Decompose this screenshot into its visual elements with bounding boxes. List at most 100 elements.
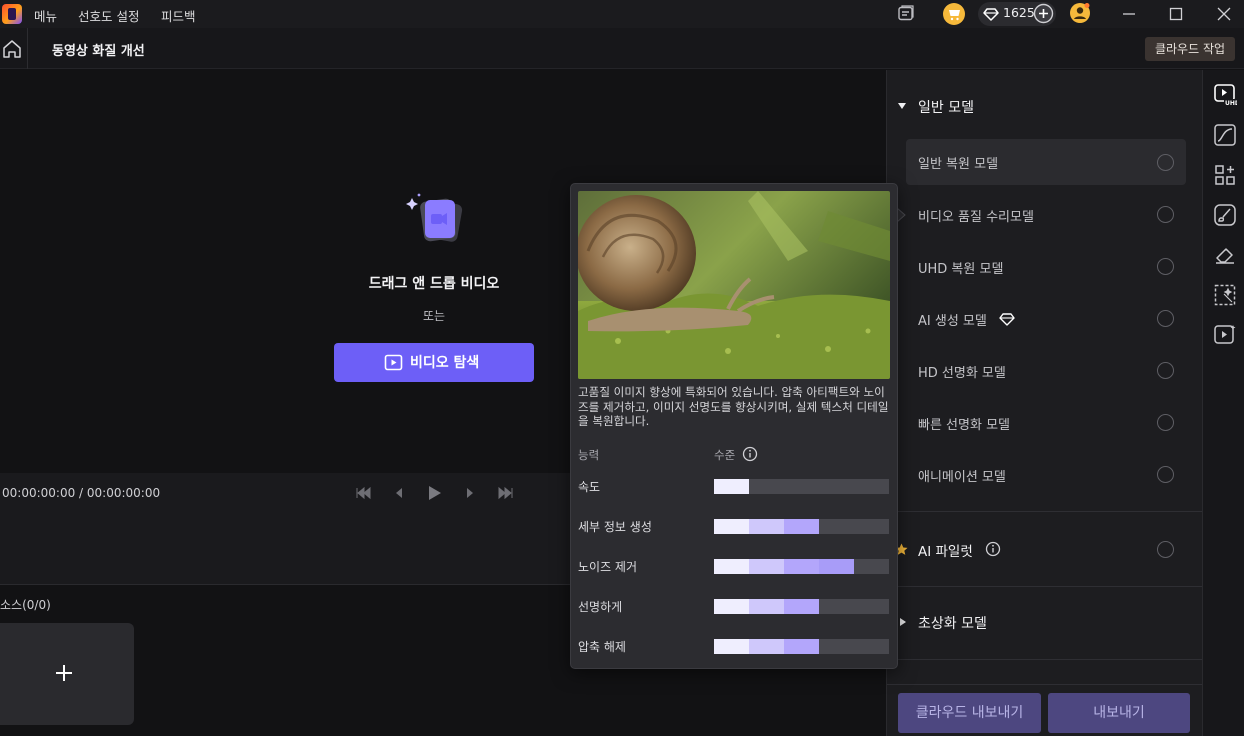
info-icon[interactable] — [742, 446, 758, 462]
sample-image — [578, 191, 890, 379]
radio-ai-generate[interactable] — [1157, 310, 1174, 327]
page-title: 동영상 화질 개선 — [52, 44, 145, 59]
capability-label: 선명하게 — [578, 600, 623, 614]
plus-icon — [56, 665, 72, 681]
level-segment — [714, 599, 749, 614]
capability-label: 세부 정보 생성 — [578, 520, 652, 534]
capability-level-bar — [714, 479, 889, 494]
minimize-icon[interactable] — [1119, 4, 1139, 24]
super-res-section-title[interactable]: 초상화 모델 — [918, 613, 987, 633]
popup-pointer — [897, 208, 906, 222]
divider — [887, 659, 1202, 660]
level-segment — [784, 599, 819, 614]
play-square-icon — [384, 354, 403, 371]
cart-glyph-icon — [949, 10, 960, 21]
radio-ai-pilot[interactable] — [1157, 541, 1174, 558]
general-section-title[interactable]: 일반 모델 — [918, 97, 974, 117]
curve-tool-icon[interactable] — [1213, 123, 1237, 147]
caret-right-icon[interactable] — [898, 617, 908, 627]
model-label: 애니메이션 모델 — [918, 470, 1006, 485]
cloud-task-button[interactable]: 클라우드 작업 — [1145, 37, 1235, 61]
level-segment — [854, 599, 889, 614]
radio-fast-sharpen[interactable] — [1157, 414, 1174, 431]
model-label: UHD 복원 모델 — [918, 262, 1004, 277]
home-icon — [3, 40, 21, 58]
ai-pilot-label[interactable]: AI 파일럿 — [918, 540, 973, 560]
model-description: 고품질 이미지 향상에 특화되어 있습니다. 압축 아티팩트와 노이즈를 제거하… — [578, 385, 889, 428]
preferences-menu[interactable]: 선호도 설정 — [78, 6, 139, 25]
avatar-icon[interactable] — [1069, 2, 1091, 24]
level-segment — [819, 559, 854, 574]
radio-video-repair[interactable] — [1157, 206, 1174, 223]
export-cloud-button[interactable]: 클라우드 내보내기 — [898, 693, 1041, 733]
brush-tool-icon[interactable] — [1213, 203, 1237, 227]
export-button[interactable]: 내보내기 — [1048, 693, 1190, 733]
model-label: AI 생성 모델 — [918, 314, 987, 329]
level-segment — [819, 519, 854, 534]
page-header — [0, 28, 1244, 69]
cart-icon[interactable] — [943, 3, 965, 25]
next-frame-icon[interactable] — [461, 484, 479, 502]
level-segment — [819, 599, 854, 614]
level-segment — [749, 639, 784, 654]
eraser-tool-icon[interactable] — [1213, 243, 1237, 267]
credit-count: 1625 — [1003, 5, 1035, 20]
play-icon[interactable] — [425, 484, 443, 502]
divider — [887, 511, 1202, 512]
media-source-label: 소스(0/0) — [0, 598, 51, 612]
level-segment — [854, 559, 889, 574]
capability-label: 압축 해제 — [578, 640, 626, 654]
level-segment — [784, 519, 819, 534]
level-segment — [854, 479, 889, 494]
level-segment — [714, 479, 749, 494]
svg-text:UHD: UHD — [1225, 100, 1237, 106]
video-enhance-tool-icon[interactable] — [1213, 323, 1237, 347]
plus-circle-icon[interactable] — [1033, 3, 1054, 24]
feedback-icon[interactable] — [896, 4, 916, 24]
home-button[interactable] — [0, 28, 28, 69]
level-segment — [819, 479, 854, 494]
radio-animation[interactable] — [1157, 466, 1174, 483]
close-icon[interactable] — [1214, 4, 1234, 24]
skip-forward-icon[interactable] — [497, 484, 515, 502]
maximize-icon[interactable] — [1166, 4, 1186, 24]
level-segment — [784, 479, 819, 494]
model-label: HD 선명화 모델 — [918, 366, 1006, 381]
diamond-icon — [999, 313, 1015, 326]
browse-video-label: 비디오 탐색 — [410, 355, 480, 371]
capability-header: 능력 — [578, 448, 600, 462]
timecode: 00:00:00:00 / 00:00:00:00 — [2, 486, 161, 500]
level-segment — [784, 639, 819, 654]
upload-video-icon — [406, 193, 463, 242]
prev-frame-icon[interactable] — [390, 484, 408, 502]
capability-label: 속도 — [578, 480, 601, 494]
caret-down-icon[interactable] — [897, 101, 907, 111]
capability-level-bar — [714, 639, 889, 654]
level-segment — [749, 599, 784, 614]
level-segment — [714, 639, 749, 654]
level-segment — [749, 479, 784, 494]
magic-select-tool-icon[interactable] — [1213, 283, 1237, 307]
app-logo — [2, 4, 22, 24]
or-text: 또는 — [422, 309, 446, 323]
uhd-tool-icon[interactable]: UHD — [1213, 82, 1237, 106]
info-icon[interactable] — [985, 541, 1001, 557]
capability-level-bar — [714, 599, 889, 614]
drop-title: 드래그 앤 드롭 비디오 — [368, 276, 500, 292]
model-label: 빠른 선명화 모델 — [918, 418, 1010, 433]
level-segment — [784, 559, 819, 574]
radio-uhd[interactable] — [1157, 258, 1174, 275]
level-header: 수준 — [714, 448, 736, 462]
radio-hd-sharpen[interactable] — [1157, 362, 1174, 379]
feedback-menu[interactable]: 피드백 — [161, 6, 196, 25]
menu-button[interactable]: 메뉴 — [34, 6, 57, 25]
level-segment — [714, 559, 749, 574]
skip-back-icon[interactable] — [354, 484, 372, 502]
level-segment — [749, 519, 784, 534]
grid-plus-tool-icon[interactable] — [1213, 163, 1237, 187]
level-segment — [854, 519, 889, 534]
capability-level-bar — [714, 519, 889, 534]
level-segment — [819, 639, 854, 654]
radio-general-restore[interactable] — [1157, 154, 1174, 171]
divider — [887, 684, 1202, 685]
